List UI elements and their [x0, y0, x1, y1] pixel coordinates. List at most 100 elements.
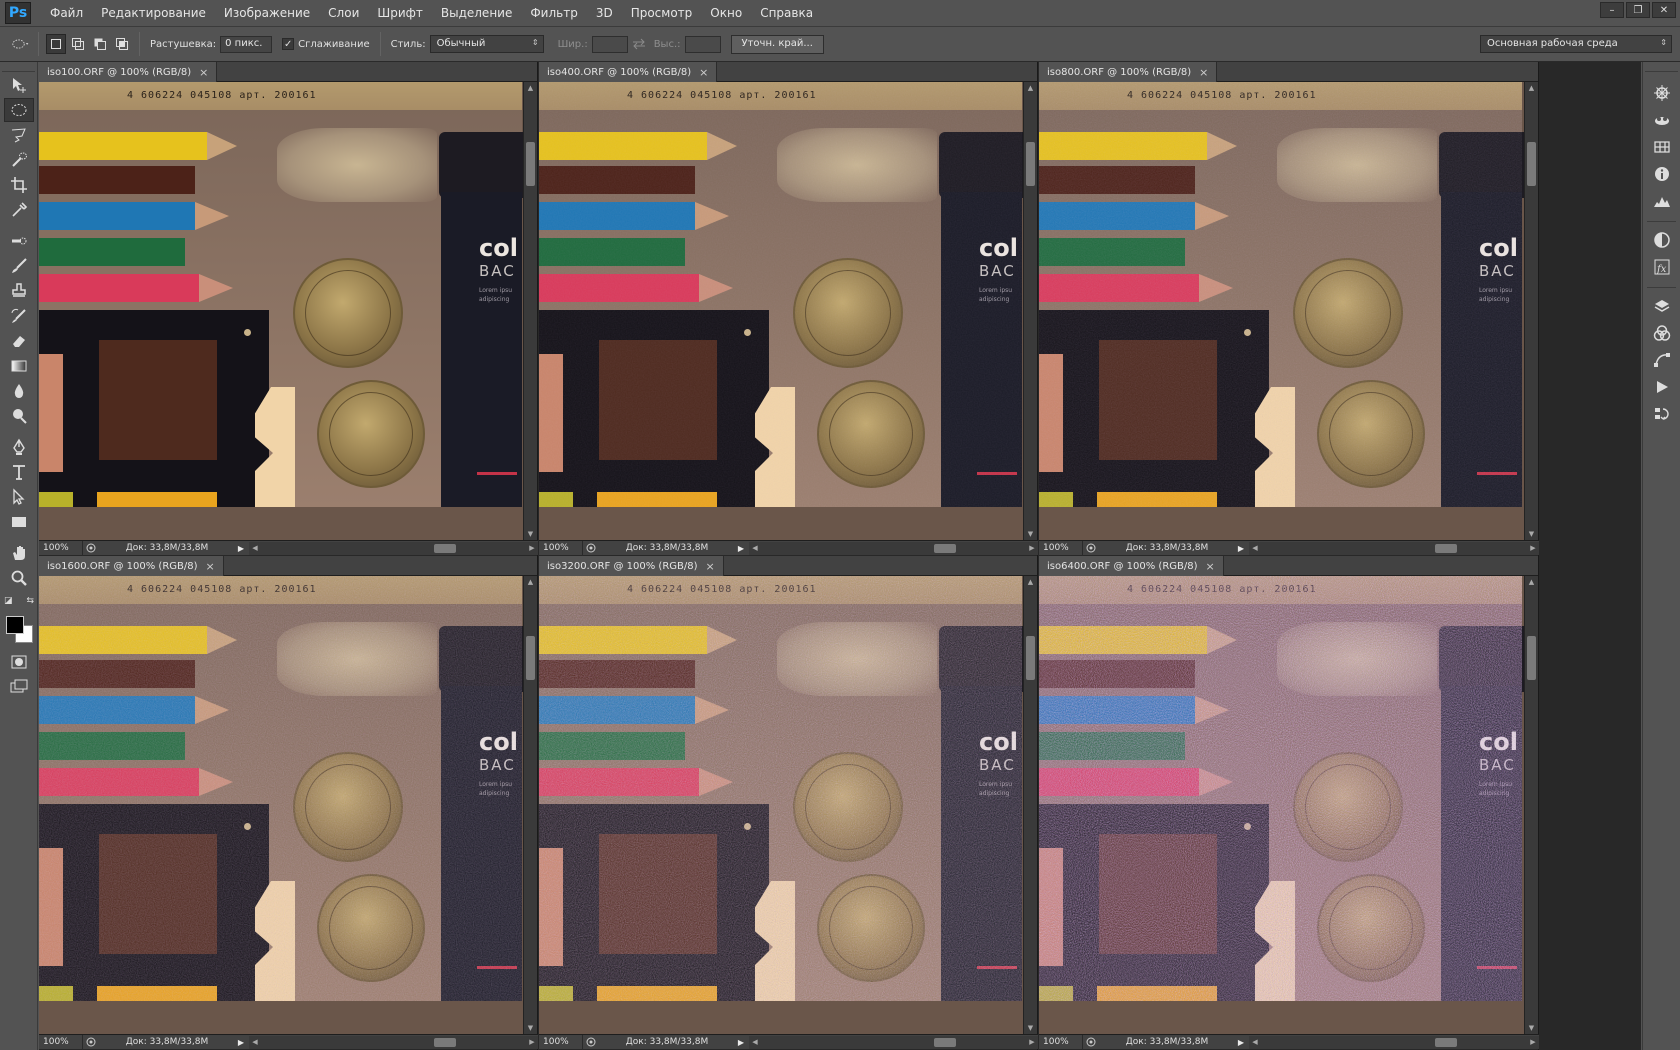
path-selection-tool[interactable] [4, 485, 34, 509]
status-info-icon[interactable] [83, 542, 99, 555]
marquee-tool[interactable] [4, 98, 34, 122]
scroll-right-icon[interactable]: ▶ [526, 1036, 538, 1049]
spot-healing-tool[interactable] [4, 229, 34, 253]
menu-help[interactable]: Справка [751, 0, 822, 26]
horizontal-scrollbar[interactable]: ◀ ▶ [749, 1035, 1038, 1049]
status-menu-arrow-icon[interactable]: ▶ [1235, 1038, 1247, 1047]
vertical-scroll-thumb[interactable] [526, 141, 535, 186]
zoom-level[interactable]: 100% [39, 540, 83, 556]
scroll-right-icon[interactable]: ▶ [1527, 542, 1539, 555]
vertical-scroll-thumb[interactable] [1527, 635, 1536, 680]
close-tab-icon[interactable]: × [199, 66, 208, 79]
history-brush-tool[interactable] [4, 304, 34, 328]
layers-panel-button[interactable] [1647, 294, 1677, 318]
status-menu-arrow-icon[interactable]: ▶ [735, 1038, 747, 1047]
refine-edge-button[interactable]: Уточн. край... [730, 34, 824, 54]
scroll-left-icon[interactable]: ◀ [1249, 1036, 1261, 1049]
vertical-scrollbar[interactable]: ▲ ▼ [1524, 576, 1538, 1034]
scroll-up-icon[interactable]: ▲ [1024, 82, 1037, 94]
vertical-scrollbar[interactable]: ▲ ▼ [1524, 82, 1538, 540]
paths-panel-button[interactable] [1647, 348, 1677, 372]
document-tab[interactable]: iso100.ORF @ 100% (RGB/8) × [39, 62, 218, 82]
lasso-tool[interactable] [4, 123, 34, 147]
vertical-scroll-thumb[interactable] [1026, 141, 1035, 186]
vertical-scrollbar[interactable]: ▲ ▼ [523, 82, 537, 540]
close-tab-icon[interactable]: × [1206, 560, 1215, 573]
horizontal-scroll-thumb[interactable] [934, 1037, 957, 1047]
menu-filter[interactable]: Фильтр [521, 0, 586, 26]
channels-panel-button[interactable] [1647, 321, 1677, 345]
brush-tool[interactable] [4, 254, 34, 278]
status-info-icon[interactable] [1083, 1036, 1099, 1049]
scroll-up-icon[interactable]: ▲ [1525, 82, 1538, 94]
vertical-scrollbar[interactable]: ▲ ▼ [523, 576, 537, 1034]
vertical-scrollbar[interactable]: ▲ ▼ [1023, 82, 1037, 540]
close-tab-icon[interactable]: × [706, 560, 715, 573]
zoom-level[interactable]: 100% [539, 1034, 583, 1050]
scroll-left-icon[interactable]: ◀ [249, 542, 261, 555]
scroll-up-icon[interactable]: ▲ [524, 82, 537, 94]
status-info-icon[interactable] [583, 542, 599, 555]
zoom-level[interactable]: 100% [1039, 540, 1083, 556]
swatches-panel-button[interactable] [1647, 135, 1677, 159]
status-menu-arrow-icon[interactable]: ▶ [235, 1038, 247, 1047]
close-button[interactable]: ✕ [1652, 2, 1676, 18]
shape-tool[interactable] [4, 510, 34, 534]
antialias-checkbox[interactable]: ✓ [282, 38, 295, 50]
menu-layer[interactable]: Слои [319, 0, 368, 26]
screen-mode-button[interactable] [4, 675, 34, 699]
swap-dimensions-button[interactable] [629, 34, 649, 54]
panel-grip[interactable] [1645, 62, 1678, 72]
vertical-scroll-thumb[interactable] [526, 635, 535, 680]
workspace-select[interactable]: Основная рабочая среда ⇕ [1480, 35, 1672, 53]
close-tab-icon[interactable]: × [206, 560, 215, 573]
document-canvas[interactable]: 4 606224 045108 арт. 200161 col BAC Lore… [39, 576, 523, 1034]
subtract-selection-button[interactable] [90, 34, 110, 54]
status-info-icon[interactable] [583, 1036, 599, 1049]
status-menu-arrow-icon[interactable]: ▶ [235, 544, 247, 553]
zoom-level[interactable]: 100% [539, 540, 583, 556]
minimize-button[interactable]: – [1600, 2, 1624, 18]
3d-panel-button[interactable] [1647, 108, 1677, 132]
default-colors-icon[interactable]: ◪ [4, 596, 13, 606]
style-select[interactable]: Обычный ⇕ [429, 35, 544, 53]
restore-button[interactable]: ❐ [1626, 2, 1650, 18]
type-tool[interactable] [4, 460, 34, 484]
tool-preset-picker[interactable] [11, 34, 31, 54]
document-tab[interactable]: iso1600.ORF @ 100% (RGB/8) × [39, 556, 224, 576]
horizontal-scrollbar[interactable]: ◀ ▶ [749, 541, 1038, 555]
horizontal-scrollbar[interactable]: ◀ ▶ [249, 541, 538, 555]
adjustments-panel-button[interactable] [1647, 228, 1677, 252]
vertical-scrollbar[interactable]: ▲ ▼ [1023, 576, 1037, 1034]
foreground-color-swatch[interactable] [6, 616, 24, 634]
scroll-right-icon[interactable]: ▶ [526, 542, 538, 555]
scroll-right-icon[interactable]: ▶ [1026, 542, 1038, 555]
document-tab[interactable]: iso800.ORF @ 100% (RGB/8) × [1039, 62, 1218, 82]
feather-input[interactable]: 0 пикс. [220, 35, 273, 53]
horizontal-scroll-thumb[interactable] [434, 543, 457, 553]
scroll-right-icon[interactable]: ▶ [1527, 1036, 1539, 1049]
histogram-panel-button[interactable] [1647, 189, 1677, 213]
scroll-left-icon[interactable]: ◀ [249, 1036, 261, 1049]
document-canvas[interactable]: 4 606224 045108 арт. 200161 col BAC Lore… [1039, 576, 1524, 1034]
scroll-left-icon[interactable]: ◀ [749, 1036, 761, 1049]
swap-colors-icon[interactable]: ⇆ [26, 596, 34, 606]
eraser-tool[interactable] [4, 329, 34, 353]
new-selection-button[interactable] [46, 34, 66, 54]
hand-tool[interactable] [4, 541, 34, 565]
status-info-icon[interactable] [1083, 542, 1099, 555]
height-input[interactable] [684, 35, 721, 53]
quick-selection-tool[interactable] [4, 148, 34, 172]
actions-panel-button[interactable] [1647, 375, 1677, 399]
menu-file[interactable]: Файл [41, 0, 92, 26]
horizontal-scroll-thumb[interactable] [934, 543, 957, 553]
scroll-up-icon[interactable]: ▲ [1024, 576, 1037, 588]
document-canvas[interactable]: 4 606224 045108 арт. 200161 col BAC Lore… [1039, 82, 1524, 540]
horizontal-scrollbar[interactable]: ◀ ▶ [1249, 541, 1539, 555]
scroll-down-icon[interactable]: ▼ [1024, 528, 1037, 540]
document-canvas[interactable]: 4 606224 045108 арт. 200161 col BAC Lore… [539, 576, 1023, 1034]
horizontal-scrollbar[interactable]: ◀ ▶ [1249, 1035, 1539, 1049]
horizontal-scrollbar[interactable]: ◀ ▶ [249, 1035, 538, 1049]
menu-edit[interactable]: Редактирование [92, 0, 215, 26]
zoom-tool[interactable] [4, 566, 34, 590]
